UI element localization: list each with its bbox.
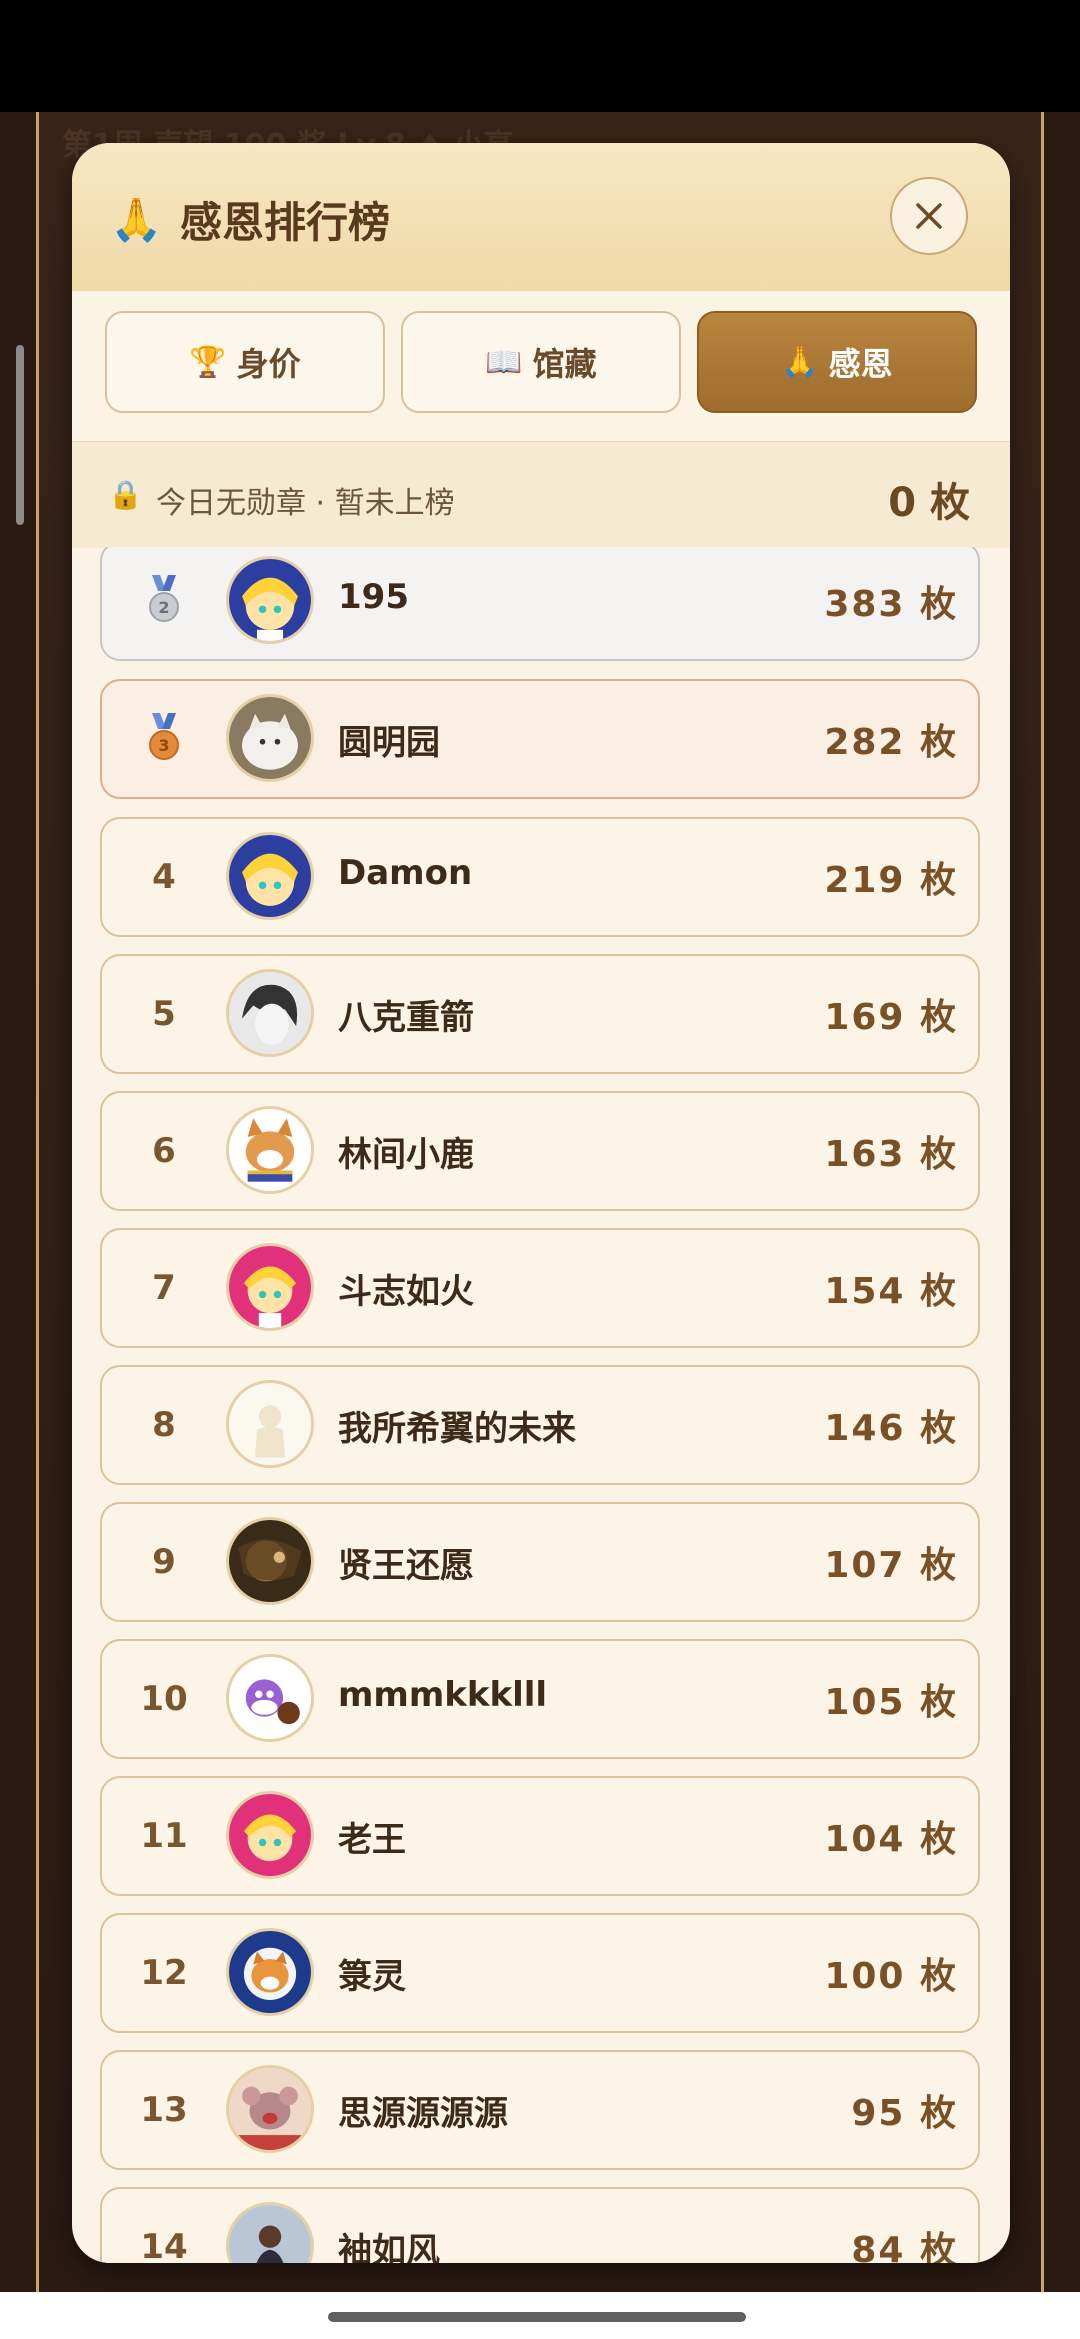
user-score: 146 枚 (824, 1408, 958, 1449)
avatar[interactable] (226, 1517, 314, 1605)
list-item[interactable]: 10 mmmkkklll 105 枚 (100, 1639, 980, 1759)
tab-gratitude[interactable]: 🙏 感恩 (697, 311, 977, 413)
user-score: 169 枚 (824, 997, 958, 1038)
user-name: 思源源源源 (338, 2094, 508, 2134)
status-text: 今日无勋章 · 暂未上榜 (156, 486, 455, 521)
rank-number: 14 (140, 2227, 188, 2263)
list-item[interactable]: 11 老王 104 枚 (100, 1776, 980, 1896)
avatar[interactable] (226, 832, 314, 920)
tab-collection[interactable]: 📖 馆藏 (401, 311, 681, 413)
list-item[interactable]: 13 思源源源源 95 枚 (100, 2050, 980, 2170)
rank-number: 6 (152, 1131, 176, 1171)
user-score: 95 枚 (851, 2093, 958, 2134)
list-item[interactable]: 8 我所希翼的未来 146 枚 (100, 1365, 980, 1485)
avatar[interactable] (226, 556, 314, 644)
svg-text:2: 2 (158, 598, 169, 617)
rank-number: 7 (152, 1268, 176, 1308)
avatar[interactable] (226, 1791, 314, 1879)
user-score: 163 枚 (824, 1134, 958, 1175)
list-item[interactable]: 7 斗志如火 154 枚 (100, 1228, 980, 1348)
rank-number: 4 (152, 857, 176, 897)
user-name: 圆明园 (338, 723, 440, 763)
list-item[interactable]: 4 Damon 219 枚 (100, 817, 980, 937)
rank-number: 9 (152, 1542, 176, 1582)
list-item[interactable]: 6 林间小鹿 163 枚 (100, 1091, 980, 1211)
avatar[interactable] (226, 969, 314, 1057)
trophy-icon: 🏆 (189, 344, 227, 380)
user-name: 林间小鹿 (338, 1135, 474, 1175)
rank-number: 13 (140, 2090, 188, 2130)
avatar[interactable] (226, 1928, 314, 2016)
list-item[interactable]: 2 195 383 枚 (100, 547, 980, 661)
user-score: 100 枚 (824, 1956, 958, 1997)
modal-title: 感恩排行榜 (180, 198, 391, 247)
leaderboard-list[interactable]: 2 195 383 枚 3 圆明园 282 枚 4 Damon 219 枚 5 … (72, 547, 1010, 2263)
list-item[interactable]: 9 贤王还愿 107 枚 (100, 1502, 980, 1622)
user-score: 219 枚 (824, 860, 958, 901)
user-name: mmmkkklll (338, 1675, 548, 1715)
avatar[interactable] (226, 1380, 314, 1468)
list-item[interactable]: 12 箓灵 100 枚 (100, 1913, 980, 2033)
rank-number: 5 (152, 994, 176, 1034)
user-score: 383 枚 (824, 584, 958, 625)
rank-number: 12 (140, 1953, 188, 1993)
avatar[interactable] (226, 1243, 314, 1331)
user-name: 袖如风 (338, 2231, 440, 2263)
rank-number: 8 (152, 1405, 176, 1445)
book-icon: 📖 (485, 344, 523, 380)
avatar[interactable] (226, 2065, 314, 2153)
list-item[interactable]: 5 八克重箭 169 枚 (100, 954, 980, 1074)
user-score: 104 枚 (824, 1819, 958, 1860)
praying-hands-icon: 🙏 (110, 195, 163, 244)
status-bar (0, 0, 1080, 112)
user-score: 84 枚 (851, 2230, 958, 2263)
avatar[interactable] (226, 1654, 314, 1742)
user-score: 154 枚 (824, 1271, 958, 1312)
user-name: 老王 (338, 1820, 406, 1860)
user-name: 箓灵 (338, 1957, 406, 1997)
list-item[interactable]: 14 袖如风 84 枚 (100, 2187, 980, 2263)
modal-header: 🙏 感恩排行榜 (72, 143, 1010, 291)
tab-label: 感恩 (828, 345, 893, 383)
rank-number: 10 (140, 1679, 188, 1719)
tab-label: 身价 (236, 345, 301, 383)
tab-worth[interactable]: 🏆 身价 (105, 311, 385, 413)
user-name: 我所希翼的未来 (338, 1409, 576, 1449)
close-button[interactable] (890, 177, 968, 255)
user-name: 195 (338, 577, 409, 617)
status-value: 0 枚 (888, 480, 970, 526)
leaderboard-modal: 🙏 感恩排行榜 🏆 身价 📖 馆藏 🙏 感恩 🔒 今日无勋章 · 暂未上榜 0 … (72, 143, 1010, 2263)
avatar[interactable] (226, 1106, 314, 1194)
rank-number: 11 (140, 1816, 188, 1856)
avatar[interactable] (226, 2202, 314, 2263)
user-name: Damon (338, 853, 473, 893)
user-score: 105 枚 (824, 1682, 958, 1723)
bronze-medal-icon: 3 (102, 681, 226, 797)
user-score: 107 枚 (824, 1545, 958, 1586)
tab-label: 馆藏 (532, 345, 597, 383)
user-score: 282 枚 (824, 722, 958, 763)
avatar[interactable] (226, 694, 314, 782)
side-handle[interactable] (16, 345, 24, 525)
user-name: 斗志如火 (338, 1272, 474, 1312)
user-name: 八克重箭 (338, 998, 474, 1038)
home-indicator[interactable] (328, 2312, 746, 2322)
silver-medal-icon: 2 (102, 547, 226, 659)
lock-icon: 🔒 (108, 478, 143, 511)
close-icon (916, 203, 942, 229)
svg-text:3: 3 (158, 736, 169, 755)
my-rank-status: 🔒 今日无勋章 · 暂未上榜 0 枚 (72, 441, 1010, 548)
praying-hands-icon: 🙏 (781, 344, 819, 380)
user-name: 贤王还愿 (338, 1546, 474, 1586)
list-item[interactable]: 3 圆明园 282 枚 (100, 679, 980, 799)
